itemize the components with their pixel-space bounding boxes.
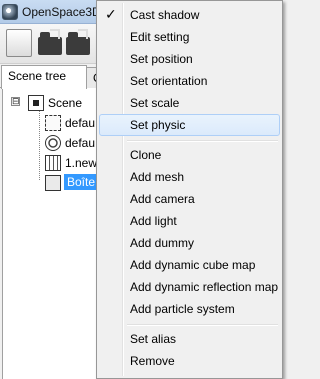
light-icon — [45, 135, 61, 151]
tree-node-scene[interactable]: ⊟ Scene — [11, 94, 101, 112]
menu-item-label: Set orientation — [130, 74, 208, 88]
check-icon: ✓ — [105, 6, 117, 22]
menu-item-label: Add dynamic cube map — [130, 258, 256, 272]
tree-node-label: defau — [65, 136, 96, 150]
menu-item-label: Add dynamic reflection map — [130, 280, 279, 294]
menu-item-clone[interactable]: Clone — [99, 144, 280, 166]
menu-item-add-light[interactable]: Add light — [99, 210, 280, 232]
open-folder-icon — [38, 32, 62, 55]
menu-item-add-dummy[interactable]: Add dummy — [99, 232, 280, 254]
menu-item-label: Set position — [130, 52, 193, 66]
menu-item-add-camera[interactable]: Add camera — [99, 188, 280, 210]
window-title: OpenSpace3D — [22, 5, 101, 19]
menu-item-set-alias[interactable]: Set alias — [99, 328, 280, 350]
menu-item-label: Remove — [130, 354, 175, 368]
menu-item-add-mesh[interactable]: Add mesh — [99, 166, 280, 188]
tree-guide-line — [39, 110, 40, 180]
menu-item-edit-setting[interactable]: Edit setting — [99, 26, 280, 48]
openspace3d-logo-icon — [2, 4, 18, 20]
menu-separator — [127, 140, 278, 142]
menu-item-label: Add light — [130, 214, 177, 228]
save-button[interactable] — [66, 29, 92, 57]
tab-scene-tree[interactable]: Scene tree — [1, 65, 87, 89]
menu-item-label: Set scale — [130, 96, 180, 110]
menu-item-label: Add camera — [130, 192, 195, 206]
menu-item-set-orientation[interactable]: Set orientation — [99, 70, 280, 92]
new-scene-button[interactable] — [6, 29, 32, 57]
tree-node-label: Scene — [48, 96, 83, 110]
tree-node-label: 1.new — [65, 156, 98, 170]
menu-item-label: Set alias — [130, 332, 177, 346]
menu-item-add-particle-system[interactable]: Add particle system — [99, 298, 280, 320]
save-arrow-icon — [78, 29, 88, 39]
menu-item-set-physic[interactable]: Set physic — [99, 114, 280, 136]
menu-item-add-dynamic-cube-map[interactable]: Add dynamic cube map — [99, 254, 280, 276]
menu-item-set-scale[interactable]: Set scale — [99, 92, 280, 114]
tree-node-label-selected: Boîte — [64, 174, 99, 190]
context-menu: ✓ Cast shadow Edit setting Set position … — [96, 0, 283, 379]
menu-item-label: Add particle system — [130, 302, 235, 316]
menu-item-add-dynamic-reflection-map[interactable]: Add dynamic reflection map — [99, 276, 280, 298]
menu-item-label: Cast shadow — [130, 8, 200, 22]
camera-icon — [45, 115, 61, 131]
tree-node-label: defau — [65, 116, 96, 130]
menu-item-label: Set physic — [130, 118, 186, 132]
menu-item-remove[interactable]: Remove — [99, 350, 280, 372]
save-folder-icon — [66, 32, 90, 55]
menu-item-set-position[interactable]: Set position — [99, 48, 280, 70]
box-icon — [45, 175, 61, 191]
menu-item-cast-shadow[interactable]: ✓ Cast shadow — [99, 4, 280, 26]
mesh-icon — [45, 155, 61, 171]
menu-item-label: Clone — [130, 148, 162, 162]
menu-item-label: Edit setting — [130, 30, 190, 44]
open-button[interactable] — [38, 29, 64, 57]
open-arrow-icon — [50, 29, 60, 39]
menu-item-label: Add mesh — [130, 170, 185, 184]
scene-icon — [28, 95, 44, 111]
collapse-icon[interactable]: ⊟ — [11, 97, 20, 106]
menu-separator — [127, 324, 278, 326]
menu-item-label: Add dummy — [130, 236, 195, 250]
